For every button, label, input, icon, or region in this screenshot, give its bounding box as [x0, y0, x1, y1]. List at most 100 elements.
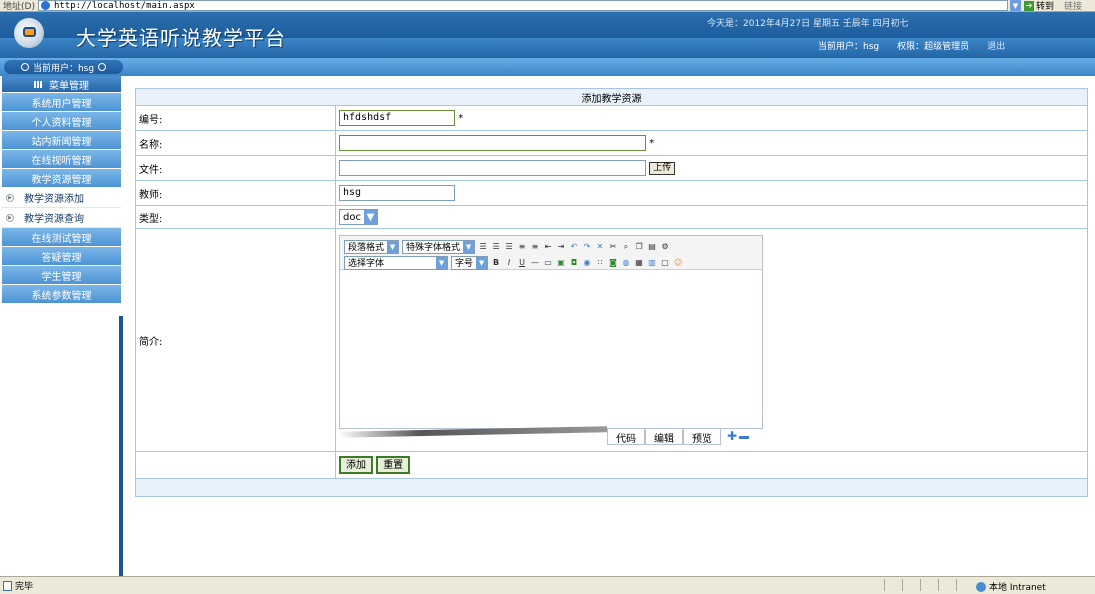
sidebar-subitem-add-resource[interactable]: ▶ 教学资源添加	[2, 188, 121, 208]
frame-icon[interactable]: ▥	[647, 258, 657, 268]
menu-head[interactable]: 菜单管理	[2, 76, 121, 93]
special-format-select[interactable]: 特殊字体格式 ▼	[402, 239, 476, 254]
user-bar: 当前用户：hsg 权限：超级管理员 退出	[818, 38, 1005, 52]
form-footer	[135, 478, 1088, 497]
date-icon[interactable]: ▢	[660, 258, 670, 268]
code-label: 编号:	[135, 105, 336, 131]
align-right-icon[interactable]: ☰	[504, 242, 514, 252]
image-icon[interactable]: ▣	[556, 258, 566, 268]
form-title: 添加教学资源	[135, 88, 1088, 106]
sidebar-item-resources[interactable]: 教学资源管理	[2, 169, 121, 188]
indent-icon[interactable]: ⇥	[556, 242, 566, 252]
type-select[interactable]: doc ▼	[339, 209, 378, 225]
ordered-list-icon[interactable]: ≡	[517, 242, 527, 252]
bold-icon[interactable]: B	[491, 258, 501, 268]
delete-icon[interactable]: ✕	[595, 242, 605, 252]
file-label: 文件:	[135, 155, 336, 181]
date-text: 今天是：2012年4月27日 星期五 壬辰年 四月初七	[707, 19, 909, 29]
chevron-down-icon: ▼	[436, 256, 447, 269]
mode-preview-tab[interactable]: 预览	[683, 429, 721, 445]
go-button[interactable]: ➔ 转到	[1023, 0, 1054, 12]
underline-icon[interactable]: U	[517, 258, 527, 268]
sub-header	[0, 58, 1095, 76]
address-bar: 地址(D) http://localhost/main.aspx ▼ ➔ 转到 …	[0, 0, 1095, 12]
settings-icon[interactable]: ⚙	[660, 242, 670, 252]
resource-form-table: 添加教学资源 编号: hfdshdsf * 名称: * 文件: 上传 教师: h…	[135, 88, 1088, 497]
sidebar-edge	[119, 316, 123, 576]
status-bar: 完毕 本地 Intranet	[0, 576, 1095, 594]
sidebar-subitem-query-resource[interactable]: ▶ 教学资源查询	[2, 208, 121, 228]
address-input[interactable]: http://localhost/main.aspx	[37, 0, 1008, 11]
links-button[interactable]: 链接	[1064, 0, 1082, 12]
collapse-minus-icon[interactable]	[739, 436, 750, 439]
expand-icon: ▶	[6, 193, 14, 202]
editor-content-area[interactable]	[339, 269, 763, 429]
grid-icon[interactable]: ∷	[595, 258, 605, 268]
header-current-user: 当前用户：hsg	[818, 41, 880, 52]
find-icon[interactable]: ⌕	[621, 242, 631, 252]
redo-icon[interactable]: ↷	[582, 242, 592, 252]
name-input[interactable]	[339, 135, 646, 151]
copy-icon[interactable]: ❐	[634, 242, 644, 252]
font-size-select[interactable]: 字号 ▼	[451, 255, 489, 270]
link-icon[interactable]: ◙	[608, 258, 618, 268]
undo-icon[interactable]: ↶	[569, 242, 579, 252]
editor-footer: 代码 编辑 预览 ✚	[339, 426, 763, 445]
table-icon[interactable]: ▦	[634, 258, 644, 268]
sidebar-item-av[interactable]: 在线视听管理	[2, 150, 121, 169]
cut-icon[interactable]: ✂	[608, 242, 618, 252]
expand-plus-icon[interactable]: ✚	[727, 429, 737, 443]
code-input[interactable]: hfdshdsf	[339, 110, 455, 126]
flash-icon[interactable]: ◉	[582, 258, 592, 268]
mode-edit-tab[interactable]: 编辑	[645, 429, 683, 445]
sidebar-item-news[interactable]: 站内新闻管理	[2, 131, 121, 150]
horizontal-rule-icon[interactable]: —	[530, 258, 540, 268]
outdent-icon[interactable]: ⇤	[543, 242, 553, 252]
textbox-icon[interactable]: ▭	[543, 258, 553, 268]
logout-link[interactable]: 退出	[987, 39, 1005, 52]
teacher-input[interactable]: hsg	[339, 185, 455, 201]
ie-page-icon	[40, 1, 50, 10]
chevron-down-icon: ▼	[387, 240, 399, 253]
unordered-list-icon[interactable]: ≡	[530, 242, 540, 252]
align-left-icon[interactable]: ☰	[478, 242, 488, 252]
page-icon	[3, 580, 12, 591]
font-select[interactable]: 选择字体 ▼	[344, 255, 448, 270]
media-icon[interactable]: ◘	[569, 258, 579, 268]
add-button[interactable]: 添加	[339, 456, 373, 474]
reset-button[interactable]: 重置	[376, 456, 411, 474]
file-input[interactable]	[339, 160, 646, 176]
intranet-icon	[976, 581, 986, 592]
chevron-down-icon: ▼	[476, 256, 488, 269]
sidebar-item-qa[interactable]: 答疑管理	[2, 247, 121, 266]
sidebar-item-students[interactable]: 学生管理	[2, 266, 121, 285]
italic-icon[interactable]: I	[504, 258, 514, 268]
sidebar-item-tests[interactable]: 在线测试管理	[2, 228, 121, 247]
paragraph-format-select[interactable]: 段落格式 ▼	[344, 239, 400, 254]
sidebar-item-system-users[interactable]: 系统用户管理	[2, 93, 121, 112]
sidebar-current-user: 当前用户：hsg	[4, 60, 123, 74]
sidebar-item-params[interactable]: 系统参数管理	[2, 285, 121, 304]
pin-icon	[98, 63, 107, 71]
pin-icon	[20, 63, 29, 71]
code-required-mark: *	[458, 112, 464, 124]
web-icon[interactable]: ◍	[621, 258, 631, 268]
align-center-icon[interactable]: ☰	[491, 242, 501, 252]
address-url: http://localhost/main.aspx	[53, 0, 195, 11]
address-dropdown-icon[interactable]: ▼	[1009, 0, 1021, 11]
site-header: 大学英语听说教学平台 今天是：2012年4月27日 星期五 壬辰年 四月初七 当…	[0, 12, 1095, 58]
security-zone: 本地 Intranet	[976, 580, 1046, 593]
expand-icon: ▶	[6, 213, 14, 222]
header-permission: 权限：超级管理员	[897, 41, 970, 52]
sidebar-item-profile[interactable]: 个人资料管理	[2, 112, 121, 131]
editor-toolbar: 段落格式 ▼ 特殊字体格式 ▼ ☰ ☰ ☰ ≡ ≡ ⇤ ⇥ ↶ ↷ ✕ ✂ ⌕ …	[339, 235, 763, 270]
go-arrow-icon: ➔	[1023, 0, 1034, 11]
emoticon-icon[interactable]: ☺	[673, 258, 683, 268]
site-logo	[14, 18, 44, 48]
mode-code-tab[interactable]: 代码	[607, 429, 645, 445]
sidebar: 菜单管理 系统用户管理 个人资料管理 站内新闻管理 在线视听管理 教学资源管理 …	[0, 76, 123, 576]
upload-button[interactable]: 上传	[649, 161, 676, 175]
paste-icon[interactable]: ▤	[647, 242, 657, 252]
chevron-down-icon: ▼	[463, 240, 475, 253]
status-text: 完毕	[15, 582, 34, 592]
